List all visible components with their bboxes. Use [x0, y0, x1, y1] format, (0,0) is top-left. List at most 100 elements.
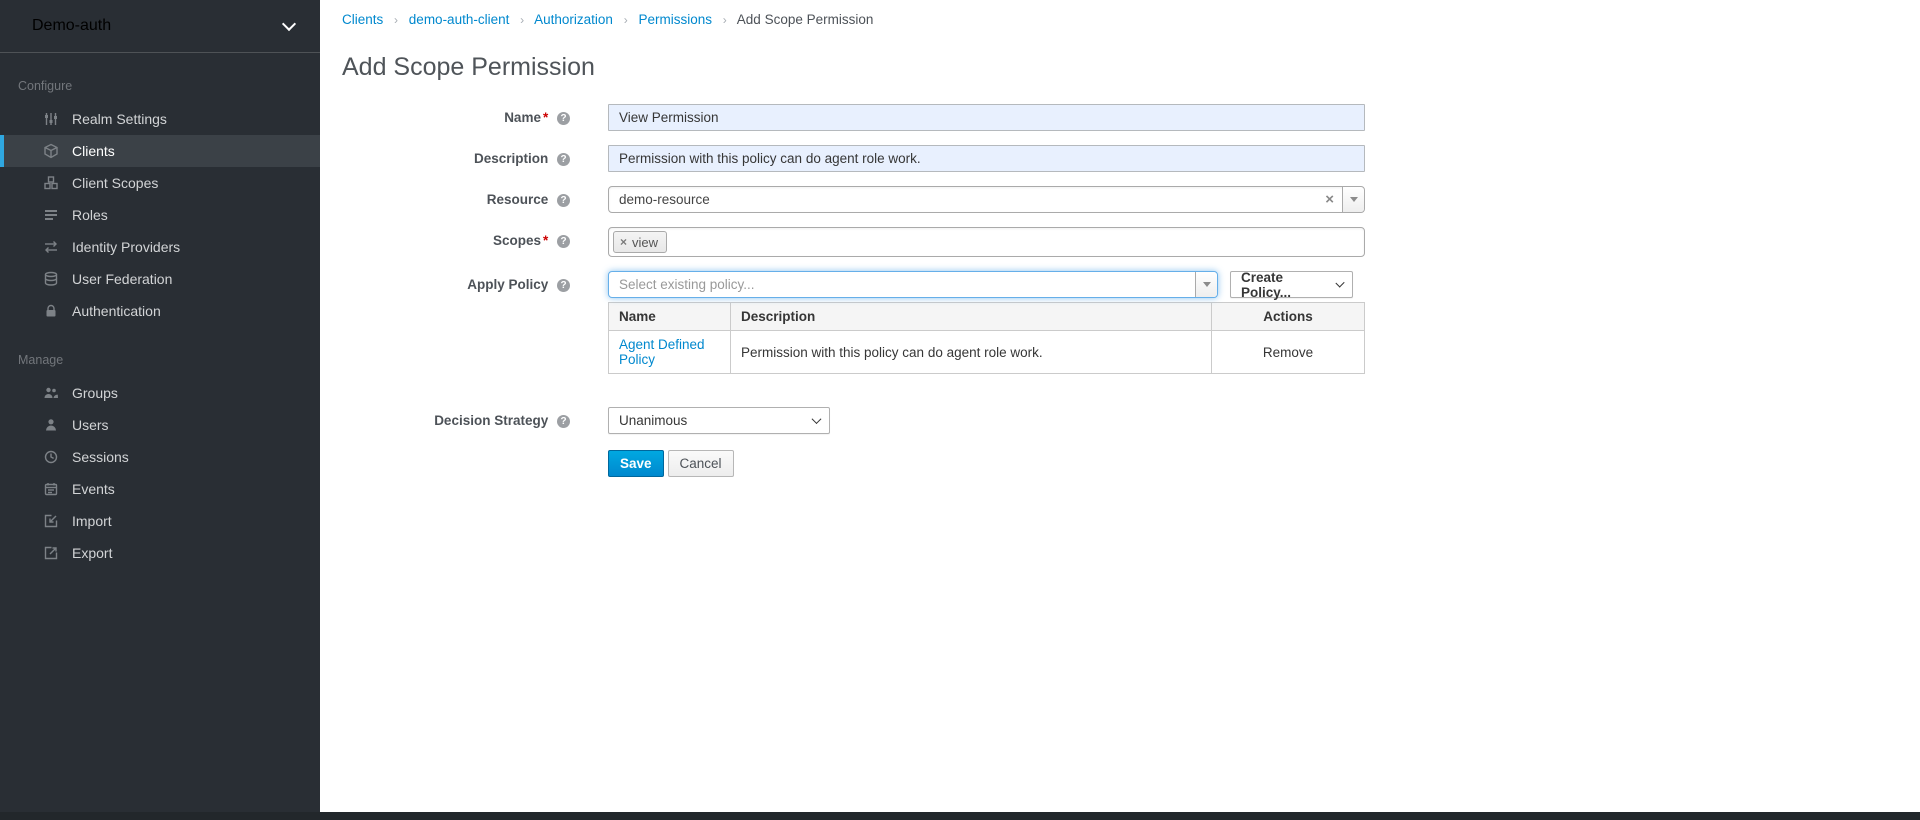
- form-row-resource: Resource ? demo-resource ×: [342, 186, 1920, 213]
- import-icon: [42, 513, 60, 529]
- required-asterisk: *: [543, 233, 548, 248]
- export-icon: [42, 545, 60, 561]
- remove-chip-icon[interactable]: ×: [620, 235, 627, 249]
- create-policy-select[interactable]: Create Policy...: [1230, 271, 1353, 298]
- bottom-bar: [0, 812, 1920, 820]
- dropdown-arrow-icon: [1350, 197, 1358, 202]
- help-icon[interactable]: ?: [557, 279, 570, 292]
- create-policy-label: Create Policy...: [1241, 270, 1325, 300]
- sidebar-item-client-scopes[interactable]: Client Scopes: [0, 167, 320, 199]
- help-icon[interactable]: ?: [557, 415, 570, 428]
- sidebar-item-label: Clients: [72, 143, 115, 159]
- policy-select-placeholder: Select existing policy...: [609, 277, 1195, 292]
- dropdown-arrow-icon: [1203, 282, 1211, 287]
- sidebar-item-events[interactable]: Events: [0, 473, 320, 505]
- sidebar-item-label: Export: [72, 545, 112, 561]
- save-button[interactable]: Save: [608, 450, 664, 477]
- sidebar-item-label: Groups: [72, 385, 118, 401]
- apply-policy-label: Apply Policy ?: [342, 271, 608, 298]
- breadcrumb-separator: ›: [624, 13, 628, 27]
- scope-chip: × view: [613, 231, 667, 253]
- form-row-description: Description ?: [342, 145, 1920, 172]
- name-label: Name* ?: [342, 104, 608, 131]
- form-row-name: Name* ?: [342, 104, 1920, 131]
- apply-policy-controls: Select existing policy... Create Policy.…: [608, 271, 1365, 298]
- sidebar-item-users[interactable]: Users: [0, 409, 320, 441]
- add-scope-permission-form: Name* ? Description ? Resource ?: [342, 104, 1920, 477]
- sidebar: Demo-auth Configure Realm Settings Clien…: [0, 0, 320, 820]
- breadcrumb-separator: ›: [723, 13, 727, 27]
- lock-icon: [42, 303, 60, 319]
- scopes-multiselect[interactable]: × view: [608, 227, 1365, 257]
- clock-icon: [42, 449, 60, 465]
- sidebar-item-label: Import: [72, 513, 112, 529]
- column-header-description: Description: [731, 303, 1212, 331]
- chevron-down-icon: [282, 17, 296, 31]
- sidebar-item-authentication[interactable]: Authentication: [0, 295, 320, 327]
- resource-select[interactable]: demo-resource ×: [608, 186, 1365, 213]
- cubes-icon: [42, 175, 60, 191]
- help-icon[interactable]: ?: [557, 112, 570, 125]
- sidebar-item-sessions[interactable]: Sessions: [0, 441, 320, 473]
- cube-icon: [42, 143, 60, 159]
- cancel-button[interactable]: Cancel: [668, 450, 734, 477]
- description-input[interactable]: [608, 145, 1365, 172]
- table-header-row: Name Description Actions: [609, 303, 1365, 331]
- breadcrumb-permissions[interactable]: Permissions: [638, 12, 712, 27]
- table-row: Agent Defined Policy Permission with thi…: [609, 331, 1365, 374]
- exchange-icon: [42, 239, 60, 255]
- policy-description-cell: Permission with this policy can do agent…: [731, 331, 1212, 374]
- decision-strategy-value: Unanimous: [619, 413, 687, 428]
- form-row-decision-strategy: Decision Strategy ? Unanimous: [342, 407, 1920, 434]
- calendar-icon: [42, 481, 60, 497]
- form-row-apply-policy: Apply Policy ? Select existing policy...…: [342, 271, 1920, 374]
- sidebar-item-label: Roles: [72, 207, 108, 223]
- sidebar-item-label: Identity Providers: [72, 239, 180, 255]
- form-actions: Save Cancel: [342, 450, 1920, 477]
- user-icon: [42, 417, 60, 433]
- name-input[interactable]: [608, 104, 1365, 131]
- sidebar-item-export[interactable]: Export: [0, 537, 320, 569]
- users-icon: [42, 385, 60, 401]
- database-icon: [42, 271, 60, 287]
- resource-selected-value: demo-resource: [609, 192, 1317, 207]
- scopes-label: Scopes* ?: [342, 227, 608, 254]
- column-header-actions: Actions: [1212, 303, 1365, 331]
- applied-policies-table: Name Description Actions Agent Defined P…: [608, 302, 1365, 374]
- breadcrumb-authorization[interactable]: Authorization: [534, 12, 613, 27]
- section-label-manage: Manage: [0, 327, 320, 377]
- apply-policy-widget: Select existing policy... Create Policy.…: [608, 271, 1365, 374]
- sidebar-item-label: User Federation: [72, 271, 172, 287]
- sidebar-item-label: Events: [72, 481, 115, 497]
- sliders-icon: [42, 111, 60, 127]
- sidebar-item-clients[interactable]: Clients: [0, 135, 320, 167]
- help-icon[interactable]: ?: [557, 194, 570, 207]
- breadcrumb-separator: ›: [394, 13, 398, 27]
- realm-selector[interactable]: Demo-auth: [0, 0, 320, 53]
- sidebar-item-label: Client Scopes: [72, 175, 158, 191]
- policy-dropdown-button[interactable]: [1195, 272, 1217, 297]
- sidebar-item-realm-settings[interactable]: Realm Settings: [0, 103, 320, 135]
- help-icon[interactable]: ?: [557, 153, 570, 166]
- form-row-scopes: Scopes* ? × view: [342, 227, 1920, 257]
- select-existing-policy-input[interactable]: Select existing policy...: [608, 271, 1218, 298]
- sidebar-item-user-federation[interactable]: User Federation: [0, 263, 320, 295]
- sidebar-item-groups[interactable]: Groups: [0, 377, 320, 409]
- remove-policy-button[interactable]: Remove: [1263, 345, 1313, 360]
- resource-dropdown-button[interactable]: [1342, 187, 1364, 212]
- breadcrumb-clients[interactable]: Clients: [342, 12, 383, 27]
- sidebar-item-import[interactable]: Import: [0, 505, 320, 537]
- realm-name: Demo-auth: [32, 17, 111, 35]
- breadcrumb-separator: ›: [520, 13, 524, 27]
- breadcrumb-current: Add Scope Permission: [737, 12, 874, 27]
- decision-strategy-label: Decision Strategy ?: [342, 407, 608, 434]
- clear-selection-icon[interactable]: ×: [1317, 191, 1342, 208]
- help-icon[interactable]: ?: [557, 235, 570, 248]
- sidebar-item-identity-providers[interactable]: Identity Providers: [0, 231, 320, 263]
- breadcrumb-demo-auth-client[interactable]: demo-auth-client: [409, 12, 510, 27]
- description-label: Description ?: [342, 145, 608, 172]
- decision-strategy-select[interactable]: Unanimous: [608, 407, 830, 434]
- sidebar-item-label: Sessions: [72, 449, 129, 465]
- policy-name-link[interactable]: Agent Defined Policy: [619, 337, 705, 367]
- sidebar-item-roles[interactable]: Roles: [0, 199, 320, 231]
